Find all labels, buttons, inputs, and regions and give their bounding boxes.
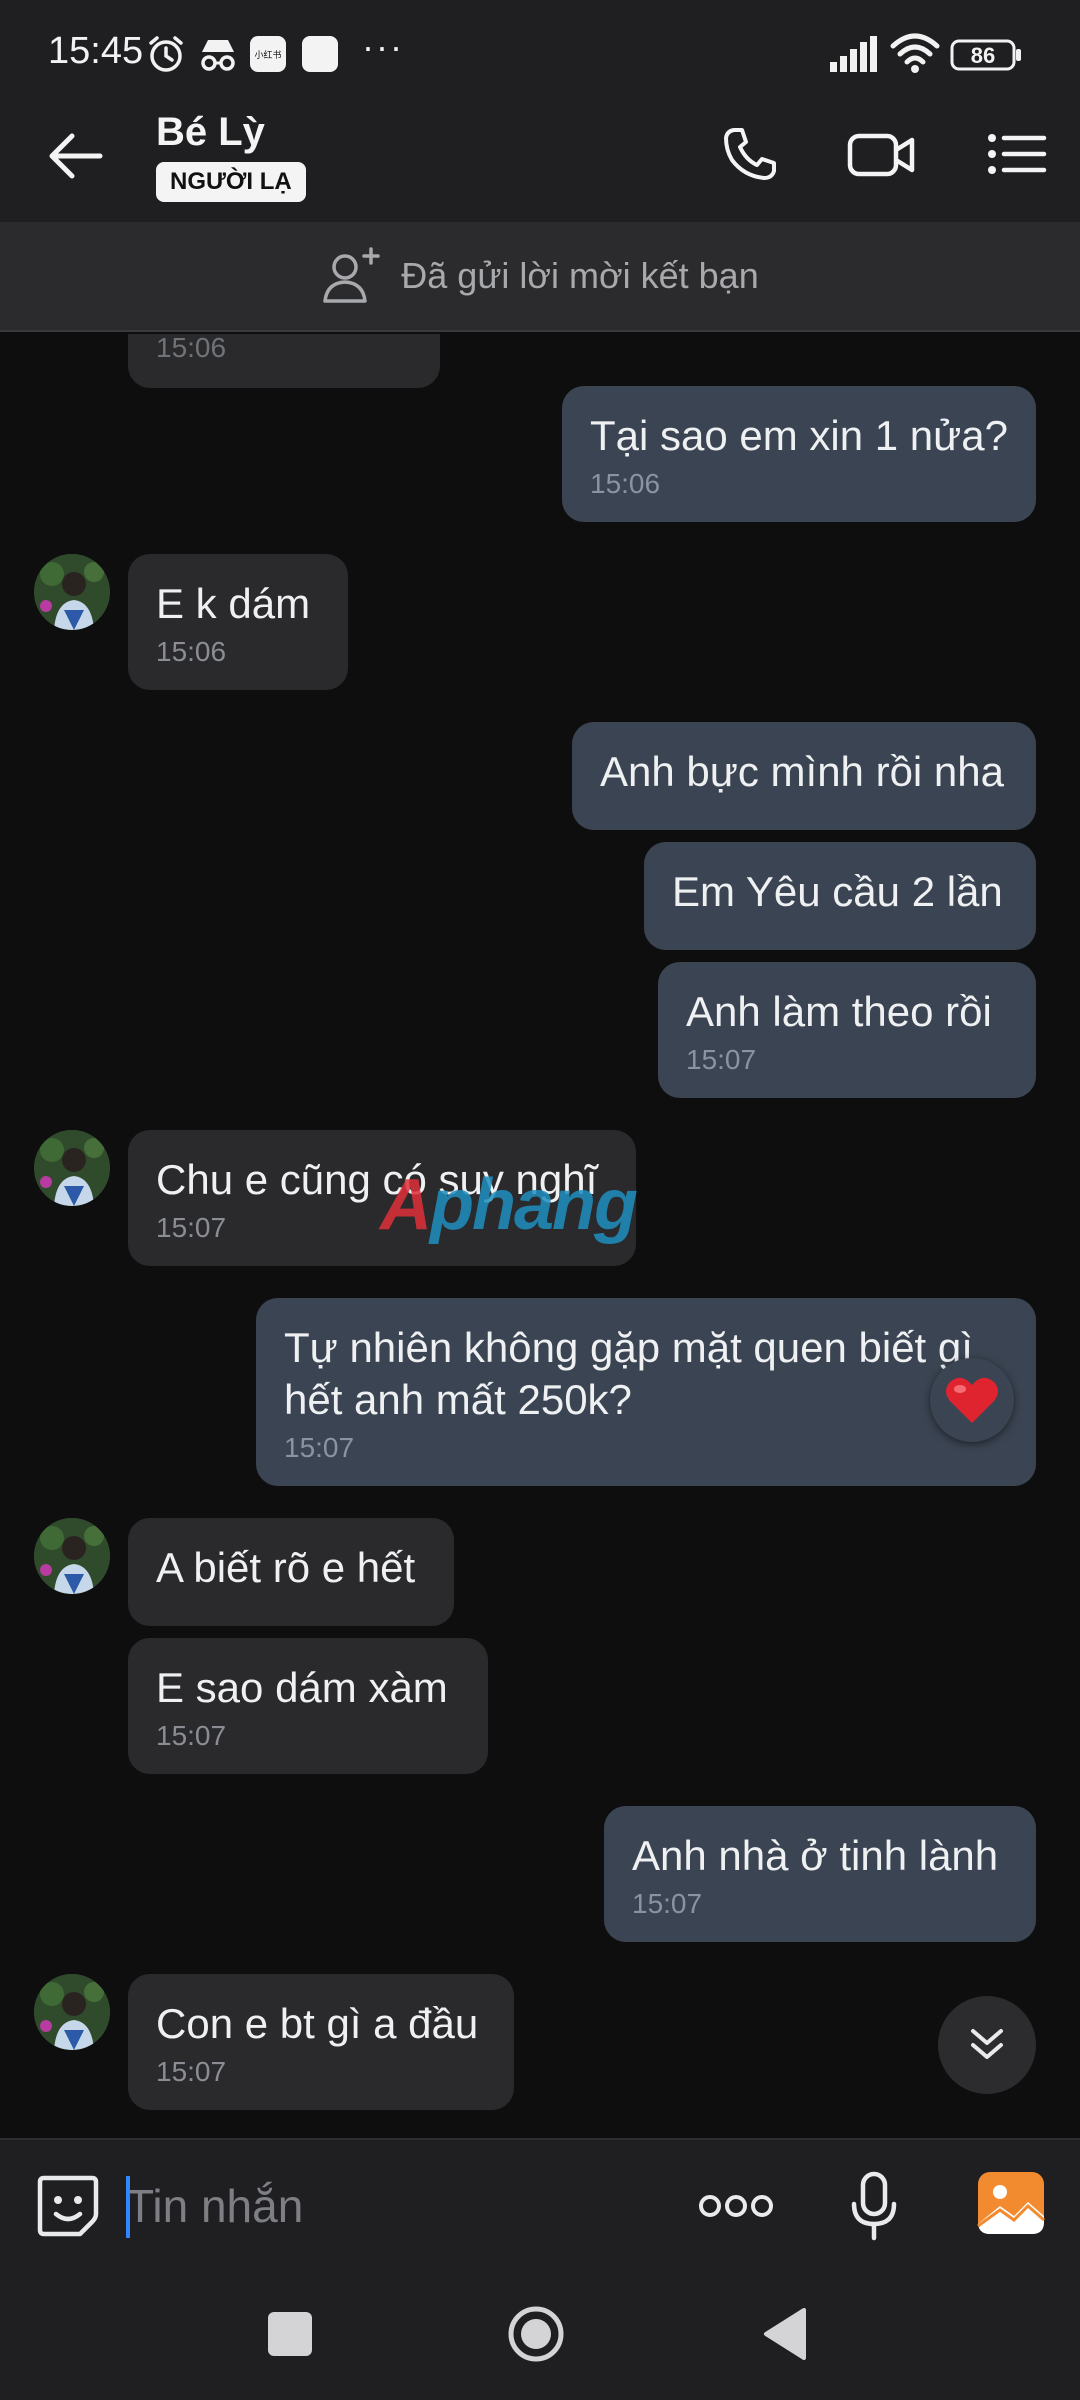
status-time: 15:45 bbox=[48, 30, 144, 72]
status-bar: 15:45 小红书 ··· 86 bbox=[0, 0, 1080, 96]
message-bubble-partial[interactable]: 15:06 bbox=[128, 334, 440, 388]
message-text: Em Yêu cầu 2 lần bbox=[672, 868, 1003, 915]
message-bubble-sent[interactable]: Em Yêu cầu 2 lần bbox=[644, 842, 1036, 950]
emoji-sticker-icon[interactable] bbox=[34, 2172, 102, 2240]
message-time: 15:07 bbox=[156, 1212, 227, 1243]
more-options-icon[interactable] bbox=[696, 2180, 776, 2232]
contact-avatar[interactable] bbox=[34, 554, 110, 630]
message-text: Tự nhiên không gặp mặt quen biết gì hết … bbox=[284, 1324, 973, 1423]
chat-messages[interactable]: 15:06 Tại sao em xin 1 nửa? 15:06 E k dá… bbox=[0, 334, 1080, 2138]
message-bubble-received[interactable]: A biết rõ e hết bbox=[128, 1518, 454, 1626]
message-time: 15:07 bbox=[686, 1044, 757, 1075]
signal-icon bbox=[830, 36, 877, 72]
back-triangle-icon[interactable] bbox=[760, 2306, 808, 2362]
heart-reaction-icon[interactable] bbox=[930, 1358, 1014, 1442]
message-bubble-sent[interactable]: Tại sao em xin 1 nửa? 15:06 bbox=[562, 386, 1036, 522]
phone-call-icon[interactable] bbox=[718, 122, 782, 186]
message-text: E sao dám xàm bbox=[156, 1664, 448, 1711]
message-bubble-received[interactable]: Chu e cũng có suy nghĩ 15:07 bbox=[128, 1130, 636, 1266]
message-time: 15:06 bbox=[590, 468, 661, 499]
system-navigation-bar bbox=[0, 2270, 1080, 2400]
message-text: Anh làm theo rồi bbox=[686, 988, 992, 1035]
recent-apps-button[interactable] bbox=[268, 2312, 312, 2356]
message-bubble-sent[interactable]: Anh bực mình rồi nha bbox=[572, 722, 1036, 830]
text-cursor bbox=[126, 2176, 130, 2238]
message-time: 15:07 bbox=[156, 2056, 227, 2087]
message-bubble-sent[interactable]: Anh làm theo rồi 15:07 bbox=[658, 962, 1036, 1098]
message-bubble-sent[interactable]: Anh nhà ở tinh lành 15:07 bbox=[604, 1806, 1036, 1942]
image-gallery-icon[interactable] bbox=[976, 2168, 1046, 2238]
message-composer bbox=[0, 2138, 1080, 2270]
message-time: 15:07 bbox=[284, 1432, 355, 1463]
message-text: Chu e cũng có suy nghĩ bbox=[156, 1156, 598, 1203]
double-chevron-down-icon bbox=[971, 2029, 1003, 2059]
app-notification-icon-2 bbox=[302, 36, 338, 72]
contact-avatar[interactable] bbox=[34, 1130, 110, 1206]
more-notifications-icon: ··· bbox=[362, 26, 404, 67]
home-button[interactable] bbox=[506, 2304, 566, 2364]
contact-avatar[interactable] bbox=[34, 1974, 110, 2050]
battery-icon: 86 bbox=[950, 38, 1022, 72]
video-call-icon[interactable] bbox=[846, 122, 918, 186]
message-text: Tại sao em xin 1 nửa? bbox=[590, 412, 1008, 459]
message-bubble-received[interactable]: E sao dám xàm 15:07 bbox=[128, 1638, 488, 1774]
menu-list-icon[interactable] bbox=[984, 122, 1048, 186]
contact-name[interactable]: Bé Lỳ bbox=[156, 110, 265, 155]
message-time: 15:06 bbox=[156, 334, 227, 363]
scroll-to-bottom-button[interactable] bbox=[938, 1996, 1036, 2094]
message-bubble-received[interactable]: Con e bt gì a đầu 15:07 bbox=[128, 1974, 514, 2110]
message-text: Anh nhà ở tinh lành bbox=[632, 1832, 999, 1879]
message-text: A biết rõ e hết bbox=[156, 1544, 416, 1591]
message-time: 15:06 bbox=[156, 636, 227, 667]
message-time: 15:07 bbox=[632, 1888, 703, 1919]
friend-request-banner[interactable]: Đã gửi lời mời kết bạn bbox=[0, 222, 1080, 332]
message-time: 15:07 bbox=[156, 1720, 227, 1751]
message-text: E k dám bbox=[156, 580, 311, 627]
add-friend-icon bbox=[323, 247, 381, 303]
contact-avatar[interactable] bbox=[34, 1518, 110, 1594]
message-input[interactable] bbox=[126, 2170, 666, 2242]
back-arrow-icon[interactable] bbox=[40, 120, 112, 192]
microphone-icon[interactable] bbox=[846, 2170, 902, 2242]
app-notification-icon: 小红书 bbox=[250, 36, 286, 72]
message-bubble-received[interactable]: E k dám 15:06 bbox=[128, 554, 348, 690]
chat-header: Bé Lỳ NGƯỜI LẠ bbox=[0, 96, 1080, 222]
message-text: Anh bực mình rồi nha bbox=[600, 748, 1005, 795]
battery-level: 86 bbox=[970, 43, 996, 68]
wifi-icon bbox=[890, 33, 940, 73]
stranger-badge: NGƯỜI LẠ bbox=[156, 162, 306, 202]
incognito-icon bbox=[201, 40, 235, 71]
friend-request-text: Đã gửi lời mời kết bạn bbox=[401, 255, 759, 296]
alarm-icon bbox=[149, 36, 183, 72]
message-text: Con e bt gì a đầu bbox=[156, 2000, 479, 2047]
message-bubble-sent[interactable]: Tự nhiên không gặp mặt quen biết gì hết … bbox=[256, 1298, 1036, 1486]
